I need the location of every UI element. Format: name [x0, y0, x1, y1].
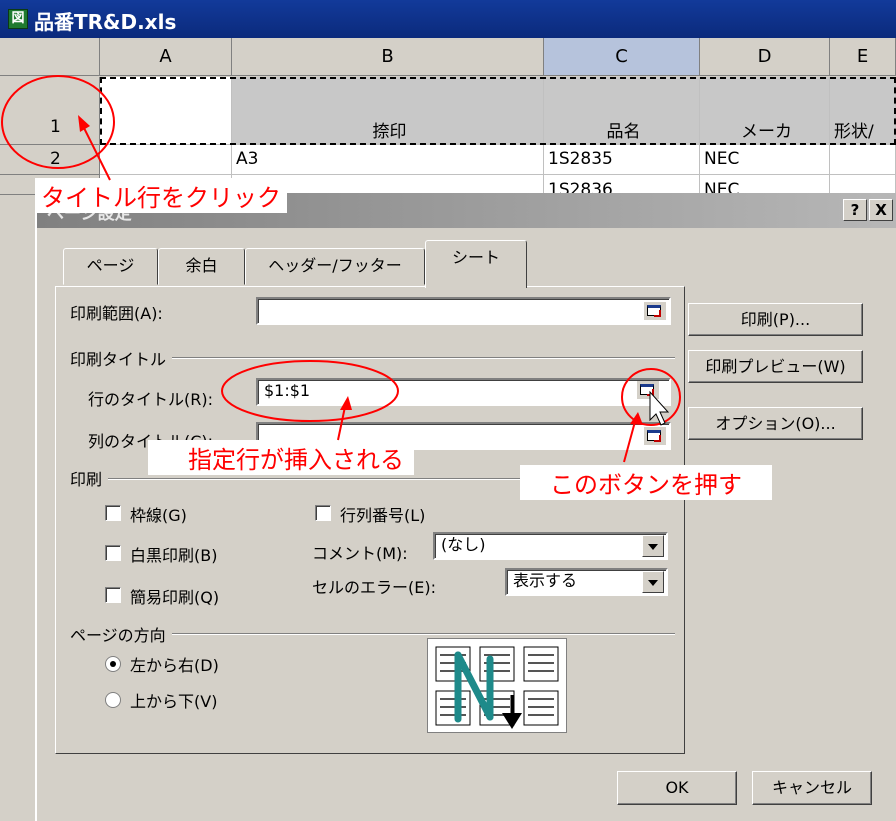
print-area-collapse-button[interactable]: [644, 302, 666, 320]
page-order-group-label: ページの方向: [70, 622, 172, 646]
cell-d2[interactable]: NEC: [700, 145, 830, 175]
print-area-label: 印刷範囲(A):: [70, 304, 163, 323]
select-all-corner[interactable]: [0, 38, 100, 76]
cols-to-repeat-collapse-button[interactable]: [644, 427, 666, 445]
column-header-b[interactable]: B: [232, 38, 544, 76]
row-header-1[interactable]: 1: [0, 77, 100, 145]
cancel-button[interactable]: キャンセル: [752, 771, 872, 805]
options-button[interactable]: オプション(O)...: [688, 407, 863, 440]
print-group-label: 印刷: [70, 466, 109, 490]
annotation-press-this-button: このボタンを押す: [520, 465, 772, 500]
cell-c3[interactable]: 1S2836: [544, 175, 700, 195]
print-button[interactable]: 印刷(P)...: [688, 303, 863, 336]
tab-page[interactable]: ページ: [63, 248, 158, 285]
cell-e2[interactable]: [830, 145, 896, 175]
ok-button[interactable]: OK: [617, 771, 737, 805]
comments-select[interactable]: (なし): [433, 532, 668, 560]
draft-quality-checkbox[interactable]: [105, 587, 121, 603]
cell-b2[interactable]: A3: [232, 145, 544, 175]
black-and-white-label[interactable]: 白黒印刷(B): [130, 542, 217, 566]
cell-d1[interactable]: メーカ: [700, 77, 830, 145]
window-title: 品番TR&D.xls: [34, 10, 177, 34]
cell-a2[interactable]: [100, 145, 232, 175]
gridlines-checkbox[interactable]: [105, 505, 121, 521]
excel-title-bar: 図 品番TR&D.xls: [0, 0, 896, 38]
page-order-icon: [435, 646, 559, 729]
cell-d3[interactable]: NEC: [700, 175, 830, 195]
chevron-down-icon[interactable]: [642, 535, 664, 557]
page-order-preview: [427, 638, 567, 733]
row-col-headings-checkbox[interactable]: [315, 505, 331, 521]
print-titles-group-label: 印刷タイトル: [70, 346, 173, 370]
cell-e3[interactable]: [830, 175, 896, 195]
excel-icon: 図: [8, 9, 28, 29]
column-header-e[interactable]: E: [830, 38, 896, 76]
cell-errors-label: セルのエラー(E):: [312, 578, 436, 597]
gridlines-label[interactable]: 枠線(G): [130, 502, 187, 526]
help-button[interactable]: ?: [843, 199, 867, 221]
rows-to-repeat-input[interactable]: $1:$1: [256, 378, 671, 406]
cell-b1[interactable]: 捺印: [232, 77, 544, 145]
left-to-right-label[interactable]: 左から右(D): [130, 652, 219, 676]
column-header-c[interactable]: C: [544, 38, 700, 76]
left-to-right-radio[interactable]: [105, 656, 121, 672]
rows-to-repeat-label: 行のタイトル(R):: [88, 390, 213, 409]
comments-label: コメント(M):: [312, 544, 408, 563]
top-to-bottom-label[interactable]: 上から下(V): [130, 688, 217, 712]
close-button[interactable]: X: [869, 199, 893, 221]
column-header-a[interactable]: A: [100, 38, 232, 76]
black-and-white-checkbox[interactable]: [105, 545, 121, 561]
tab-margins[interactable]: 余白: [158, 248, 245, 285]
print-preview-button[interactable]: 印刷プレビュー(W): [688, 350, 863, 383]
draft-quality-label[interactable]: 簡易印刷(Q): [130, 584, 219, 608]
column-header-d[interactable]: D: [700, 38, 830, 76]
cell-c2[interactable]: 1S2835: [544, 145, 700, 175]
cell-e1[interactable]: 形状/: [830, 77, 896, 145]
cell-a1[interactable]: [100, 77, 232, 145]
tab-sheet[interactable]: シート: [425, 240, 527, 288]
tab-header-footer[interactable]: ヘッダー/フッター: [245, 248, 425, 285]
cell-c1[interactable]: 品名: [544, 77, 700, 145]
print-area-input[interactable]: [256, 297, 671, 325]
row-col-headings-label[interactable]: 行列番号(L): [340, 502, 425, 526]
top-to-bottom-radio[interactable]: [105, 692, 121, 708]
row-header-2[interactable]: 2: [0, 145, 100, 175]
annotation-row-inserted: 指定行が挿入される: [148, 440, 414, 475]
chevron-down-icon[interactable]: [642, 571, 664, 593]
annotation-click-title-row: タイトル行をクリック: [35, 178, 287, 213]
rows-to-repeat-collapse-button[interactable]: [637, 381, 659, 399]
